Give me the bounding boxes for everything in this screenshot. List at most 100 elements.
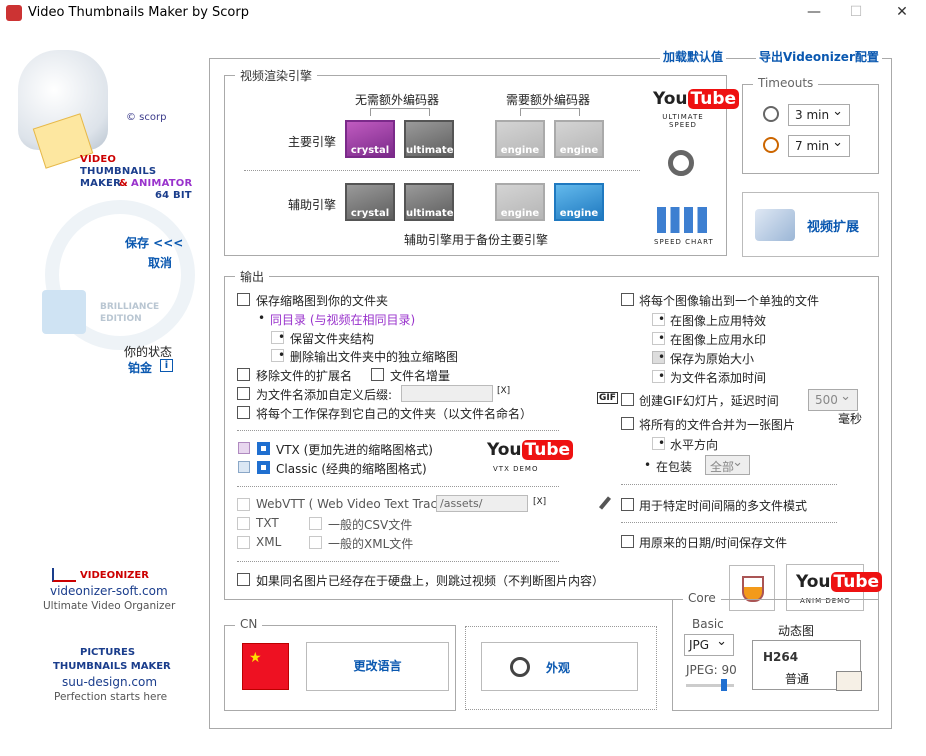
quality-label: 普通 <box>785 672 810 686</box>
aux-crystal-engine[interactable]: crystal <box>345 183 395 221</box>
slider-thumb[interactable] <box>721 679 727 691</box>
minimize-button[interactable]: — <box>804 4 824 22</box>
aux-ultimate-engine[interactable]: ultimate <box>404 183 454 221</box>
orig-date-label: 用原来的日期/时间保存文件 <box>639 536 788 550</box>
merge-checkbox[interactable] <box>621 417 634 430</box>
orig-date-checkbox[interactable] <box>621 535 634 548</box>
timeout2-select[interactable]: 7 min <box>788 135 850 157</box>
render-engine-title: 视频渲染引擎 <box>235 67 318 84</box>
horizontal-label: 水平方向 <box>658 436 718 453</box>
apply-fx-label: 在图像上应用特效 <box>658 312 766 329</box>
need-codec-header: 需要额外编码器 <box>506 93 591 107</box>
delete-orphans-label: 删除输出文件夹中的独立缩略图 <box>278 348 458 365</box>
brand-line-amp: & <box>119 178 128 189</box>
csv-checkbox[interactable] <box>309 517 322 530</box>
in-pack-label: 在包装 <box>644 458 692 475</box>
each-image-checkbox[interactable] <box>621 293 634 306</box>
webvtt-path-input[interactable]: /assets/ <box>436 495 528 512</box>
gif-icon: GIF <box>597 392 618 404</box>
aux-engine1[interactable]: engine 1 <box>495 183 545 233</box>
save-button[interactable]: 保存 <<< <box>125 234 183 251</box>
change-language-button[interactable]: 更改语言 <box>306 642 449 691</box>
anim-codec-button[interactable]: H264 普通 <box>752 640 862 691</box>
copyright-label: © scorp <box>126 112 167 123</box>
pictures-name2: THUMBNAILS MAKER <box>53 661 171 672</box>
videonizer-link[interactable]: videonizer-soft.com <box>50 584 168 598</box>
save-to-folder-label: 保存缩略图到你的文件夹 <box>256 294 389 308</box>
youtube-speed-logo[interactable]: You Tube <box>653 89 740 109</box>
aux-engine2[interactable]: engine 2 <box>554 183 604 233</box>
render-engine-group: 视频渲染引擎 <box>224 67 727 256</box>
suffix-input[interactable] <box>401 385 493 402</box>
aux-engine-label: 辅助引擎 <box>288 198 337 212</box>
main-ultimate-engine[interactable]: ultimate <box>404 120 454 158</box>
brilliance-line2: EDITION <box>100 314 142 324</box>
skip-existing-checkbox[interactable] <box>237 573 250 586</box>
timeout1-select[interactable]: 3 min <box>788 104 850 126</box>
ultimate-speed-l1: ULTIMATE <box>662 113 704 121</box>
no-codec-header: 无需额外编码器 <box>355 93 440 107</box>
same-dir-option[interactable]: 同目录 (与视频在相同目录) <box>258 311 415 328</box>
export-videonizer-link[interactable]: 导出Videonizer配置 <box>756 48 882 65</box>
codec-label: H264 <box>763 650 799 664</box>
output-sep4 <box>621 484 837 485</box>
add-suffix-checkbox[interactable] <box>237 387 250 400</box>
brand-line-maker: MAKER <box>80 178 121 189</box>
main-engine2[interactable]: engine 2 <box>554 120 604 170</box>
remove-ext-label: 移除文件的扩展名 <box>256 369 353 383</box>
youtube-vtx-logo[interactable]: You Tube <box>487 440 574 460</box>
clock-icon <box>763 106 779 122</box>
suffix-clear-button[interactable]: [X] <box>497 386 510 396</box>
language-title: CN <box>235 617 263 631</box>
pack-select[interactable]: 全部 <box>705 455 750 475</box>
brand-line-animator: ANIMATOR <box>131 178 193 189</box>
classic-checkbox[interactable] <box>257 461 270 474</box>
save-to-folder-checkbox[interactable] <box>237 293 250 306</box>
vtx-checkbox[interactable] <box>257 442 270 455</box>
speed-chart-icon[interactable] <box>657 207 707 233</box>
filename-inc-checkbox[interactable] <box>371 368 384 381</box>
main-crystal-engine[interactable]: crystal <box>345 120 395 158</box>
app-icon <box>6 5 22 21</box>
close-button[interactable]: ✕ <box>892 4 912 22</box>
gif-checkbox[interactable] <box>621 393 634 406</box>
appearance-button[interactable]: 外观 <box>481 642 638 691</box>
core-title: Core <box>683 591 721 605</box>
add-time-label: 为文件名添加时间 <box>658 369 766 386</box>
output-sep2 <box>237 486 559 487</box>
pictures-tagline: Perfection starts here <box>54 691 168 703</box>
webvtt-checkbox[interactable] <box>237 498 250 511</box>
multi-file-label: 用于特定时间间隔的多文件模式 <box>639 499 808 513</box>
cancel-button[interactable]: 取消 <box>148 254 172 271</box>
maximize-button[interactable]: ☐ <box>846 4 866 22</box>
jpeg-quality-slider[interactable] <box>686 679 734 691</box>
output-sep1 <box>237 430 559 431</box>
main-engine1[interactable]: engine 1 <box>495 120 545 170</box>
video-extensions-button[interactable]: 视频扩展 <box>742 192 879 257</box>
save-each-job-checkbox[interactable] <box>237 406 250 419</box>
each-image-label: 将每个图像输出到一个单独的文件 <box>639 294 820 308</box>
youtube-anim-logo: You Tube <box>796 572 883 592</box>
status-value: 铂金 <box>128 361 153 375</box>
info-icon[interactable]: i <box>160 359 173 372</box>
remove-ext-checkbox[interactable] <box>237 368 250 381</box>
format-select[interactable]: JPG <box>684 634 734 656</box>
output-sep5 <box>621 522 837 523</box>
orig-size-label: 保存为原始大小 <box>658 350 754 367</box>
settings-gear-icon[interactable] <box>668 150 694 176</box>
gif-delay-select[interactable]: 500 <box>808 389 858 411</box>
csv-label: 一般的CSV文件 <box>328 518 413 532</box>
multi-file-checkbox[interactable] <box>621 498 634 511</box>
xml-checkbox[interactable] <box>237 536 250 549</box>
apply-wm-label: 在图像上应用水印 <box>658 331 766 348</box>
webvtt-clear-button[interactable]: [X] <box>533 497 546 507</box>
china-flag-icon: ★ <box>242 643 289 690</box>
gxml-checkbox[interactable] <box>309 536 322 549</box>
txt-checkbox[interactable] <box>237 517 250 530</box>
xml-label: XML <box>256 535 282 549</box>
add-suffix-label: 为文件名添加自定义后缀: <box>256 388 393 402</box>
pictures-link[interactable]: suu-design.com <box>62 675 157 689</box>
settings-grid-icon[interactable] <box>836 671 862 691</box>
load-defaults-link[interactable]: 加载默认值 <box>660 48 727 65</box>
classic-label: Classic (经典的缩略图格式) <box>276 462 427 476</box>
